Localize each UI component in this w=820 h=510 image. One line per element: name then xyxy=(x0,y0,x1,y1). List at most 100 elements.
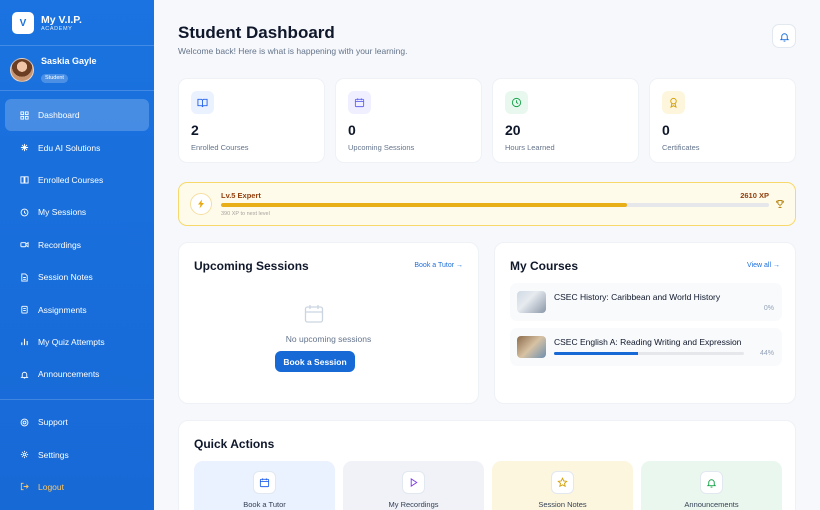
star-icon xyxy=(551,471,574,494)
award-icon xyxy=(662,91,685,114)
book-session-button[interactable]: Book a Session xyxy=(275,351,355,372)
bell-icon xyxy=(20,370,29,379)
level-progress-bar xyxy=(221,203,769,207)
sidebar-item-label: Edu AI Solutions xyxy=(38,142,101,153)
user-profile[interactable]: Saskia Gayle Student xyxy=(10,56,97,84)
book-open-icon xyxy=(191,91,214,114)
sidebar-item-label: Logout xyxy=(38,481,64,492)
sidebar-item-label: Support xyxy=(38,417,68,428)
sidebar-divider xyxy=(0,399,154,400)
level-progress-fill xyxy=(221,203,627,207)
quick-action-label: Announcements xyxy=(684,500,739,509)
sidebar-item-session-notes[interactable]: Session Notes xyxy=(5,261,149,293)
logout-button[interactable]: Logout xyxy=(5,471,149,503)
sidebar-item-settings[interactable]: Settings xyxy=(5,438,149,470)
sidebar-item-edu-ai[interactable]: Edu AI Solutions xyxy=(5,131,149,163)
stat-value: 2 xyxy=(191,122,199,138)
sidebar-item-label: Settings xyxy=(38,449,69,460)
stat-card-certificates: 0 Certificates xyxy=(649,78,796,163)
sidebar-item-support[interactable]: Support xyxy=(5,406,149,438)
notifications-button[interactable] xyxy=(772,24,796,48)
course-title: CSEC English A: Reading Writing and Expr… xyxy=(554,337,742,347)
course-progress-text: 44% xyxy=(759,350,774,357)
grid-icon xyxy=(20,111,29,120)
sidebar-item-label: My Quiz Attempts xyxy=(38,336,105,347)
avatar xyxy=(10,58,34,82)
quick-action-recordings[interactable]: My Recordings xyxy=(343,461,484,510)
stat-label: Enrolled Courses xyxy=(191,143,249,152)
quick-action-book-tutor[interactable]: Book a Tutor xyxy=(194,461,335,510)
sidebar-item-label: Dashboard xyxy=(38,110,80,121)
quick-action-announcements[interactable]: Announcements xyxy=(641,461,782,510)
sidebar-item-announcements[interactable]: Announcements xyxy=(5,358,149,390)
sparkle-icon xyxy=(20,143,29,152)
stat-value: 0 xyxy=(348,122,356,138)
quick-action-label: My Recordings xyxy=(388,500,439,509)
brand-name: My V.I.P. xyxy=(41,13,82,26)
clipboard-icon xyxy=(20,305,29,314)
panel-title: Upcoming Sessions xyxy=(194,259,309,273)
level-progress-card: Lv.5 Expert 2610 XP 390 XP to next level xyxy=(178,182,796,226)
sidebar-item-label: Assignments xyxy=(38,304,87,315)
level-title: Lv.5 Expert xyxy=(221,191,261,200)
sidebar-nav: Dashboard Edu AI Solutions Enrolled Cour… xyxy=(5,99,149,391)
quick-action-label: Book a Tutor xyxy=(243,500,286,509)
course-item[interactable]: CSEC English A: Reading Writing and Expr… xyxy=(510,328,782,366)
brand-sub: ACADEMY xyxy=(41,25,73,32)
course-thumbnail xyxy=(517,336,546,358)
sidebar-item-label: Enrolled Courses xyxy=(38,174,104,185)
brand-logo: V xyxy=(12,12,34,34)
sidebar-bottom-nav: Support Settings Logout xyxy=(5,406,149,503)
sidebar-item-quiz-attempts[interactable]: My Quiz Attempts xyxy=(5,326,149,358)
course-progress-fill xyxy=(554,352,638,355)
book-tutor-link[interactable]: Book a Tutor → xyxy=(414,262,463,269)
user-name: Saskia Gayle xyxy=(41,56,97,66)
stat-label: Upcoming Sessions xyxy=(348,143,415,152)
file-icon xyxy=(20,273,29,282)
sidebar-item-assignments[interactable]: Assignments xyxy=(5,293,149,325)
stat-card-enrolled-courses: 2 Enrolled Courses xyxy=(178,78,325,163)
logout-icon xyxy=(20,482,29,491)
stat-label: Hours Learned xyxy=(505,143,555,152)
sidebar-divider xyxy=(0,90,154,91)
view-all-link[interactable]: View all → xyxy=(747,262,780,269)
trophy-icon xyxy=(776,200,784,208)
course-title: CSEC History: Caribbean and World Histor… xyxy=(554,292,721,302)
sidebar-item-dashboard[interactable]: Dashboard xyxy=(5,99,149,132)
bar-chart-icon xyxy=(20,337,29,346)
upcoming-sessions-panel: Upcoming Sessions Book a Tutor → No upco… xyxy=(178,242,479,404)
sidebar-item-recordings[interactable]: Recordings xyxy=(5,229,149,261)
level-next: 390 XP to next level xyxy=(221,211,270,217)
brand[interactable]: V My V.I.P. ACADEMY xyxy=(12,12,82,34)
stat-label: Certificates xyxy=(662,143,700,152)
sidebar-divider xyxy=(0,45,154,46)
course-item[interactable]: CSEC History: Caribbean and World Histor… xyxy=(510,283,782,321)
level-xp: 2610 XP xyxy=(740,191,769,200)
stat-card-upcoming-sessions: 0 Upcoming Sessions xyxy=(335,78,482,163)
course-progress-text: 0% xyxy=(763,305,774,312)
sidebar-item-enrolled-courses[interactable]: Enrolled Courses xyxy=(5,164,149,196)
role-badge: Student xyxy=(41,73,68,83)
stat-value: 0 xyxy=(662,122,670,138)
sidebar: V My V.I.P. ACADEMY Saskia Gayle Student… xyxy=(0,0,154,510)
history-icon xyxy=(20,208,29,217)
sidebar-item-label: Announcements xyxy=(38,369,100,380)
page-title: Student Dashboard xyxy=(178,23,335,42)
my-courses-panel: My Courses View all → CSEC History: Cari… xyxy=(494,242,796,404)
sidebar-item-my-sessions[interactable]: My Sessions xyxy=(5,196,149,228)
page-subtitle: Welcome back! Here is what is happening … xyxy=(178,46,408,56)
stat-card-hours-learned: 20 Hours Learned xyxy=(492,78,639,163)
calendar-icon xyxy=(304,305,324,323)
clock-icon xyxy=(505,91,528,114)
calendar-icon xyxy=(348,91,371,114)
course-progress-bar xyxy=(554,352,744,355)
empty-state-text: No upcoming sessions xyxy=(285,334,372,344)
panel-title: Quick Actions xyxy=(194,437,275,451)
lightning-icon xyxy=(190,193,212,215)
lifebuoy-icon xyxy=(20,418,29,427)
main-content: Student Dashboard Welcome back! Here is … xyxy=(154,0,820,510)
sidebar-item-label: My Sessions xyxy=(38,207,87,218)
quick-action-session-notes[interactable]: Session Notes xyxy=(492,461,633,510)
quick-actions-panel: Quick Actions Book a Tutor My Recordings… xyxy=(178,420,796,510)
video-icon xyxy=(20,240,29,249)
